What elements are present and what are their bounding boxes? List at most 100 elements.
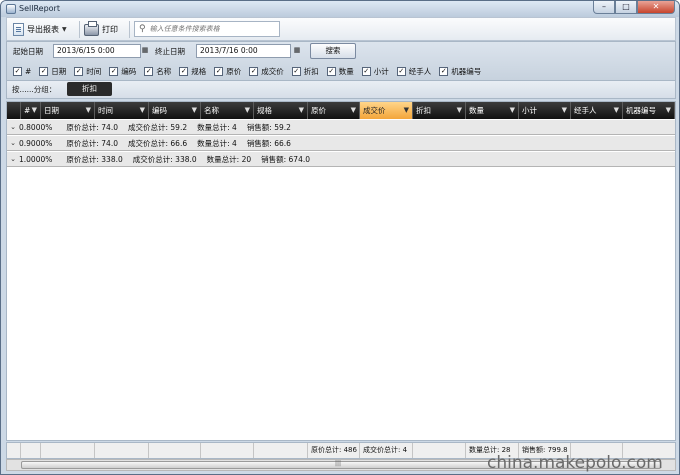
- column-toggle-label: 时间: [86, 66, 102, 76]
- column-header[interactable]: 机器编号 ▼: [623, 102, 675, 119]
- column-toggle[interactable]: ✓ 折扣: [291, 66, 319, 77]
- column-header[interactable]: 规格 ▼: [254, 102, 308, 119]
- group-sales: 销售额: 59.2: [246, 122, 291, 132]
- toolbar: 导出报表 ▼ 打印 ⚲: [6, 17, 676, 41]
- column-header[interactable]: 名称 ▼: [201, 102, 254, 119]
- footer-cell: [41, 443, 95, 458]
- group-orig: 原价总计: 338.0: [66, 154, 123, 164]
- close-button[interactable]: ✕: [637, 1, 675, 14]
- checkbox[interactable]: ✓: [291, 66, 301, 76]
- column-header-label: 小计: [522, 106, 537, 115]
- grip-icon: |||: [335, 460, 342, 467]
- start-date-input[interactable]: 2013/6/15 0:00: [53, 44, 141, 58]
- maximize-button[interactable]: □: [615, 1, 637, 14]
- column-header[interactable]: 数量 ▼: [466, 102, 519, 119]
- checkbox[interactable]: ✓: [144, 66, 154, 76]
- footer-cell: [254, 443, 308, 458]
- column-toggle-label: 机器编号: [451, 66, 482, 76]
- export-report-button[interactable]: 导出报表 ▼: [13, 21, 67, 38]
- filter-icon[interactable]: ▼: [351, 102, 356, 119]
- column-toggle[interactable]: ✓ 规格: [179, 66, 206, 77]
- group-sales: 销售额: 674.0: [261, 154, 311, 164]
- search-input[interactable]: [149, 25, 270, 33]
- filter-icon[interactable]: ▼: [192, 102, 197, 119]
- footer-cell: [149, 443, 201, 458]
- column-header[interactable]: 时间 ▼: [95, 102, 149, 119]
- column-header-label: 数量: [469, 106, 484, 115]
- group-title: 0.8000%: [19, 122, 53, 132]
- checkbox[interactable]: ✓: [179, 66, 189, 76]
- filter-icon[interactable]: ▼: [245, 102, 250, 119]
- column-toggle-label: 小计: [373, 66, 389, 76]
- column-header[interactable]: 成交价 ▼: [360, 102, 413, 119]
- print-label: 打印: [102, 25, 118, 34]
- checkbox[interactable]: ✓: [214, 66, 224, 76]
- column-toggle[interactable]: ✓ 机器编号: [439, 66, 481, 77]
- column-toggle[interactable]: ✓ 名称: [144, 66, 171, 77]
- filter-icon[interactable]: ▼: [404, 102, 409, 119]
- checkbox[interactable]: ✓: [74, 66, 84, 76]
- column-header[interactable]: 折扣 ▼: [413, 102, 466, 119]
- group-row[interactable]: ⌄ 0.9000% 原价总计: 74.0 成交价总计: 66.6 数量总计: 4 销售额:…: [7, 136, 675, 151]
- filter-icon[interactable]: ▼: [666, 102, 671, 119]
- column-header[interactable]: 原价 ▼: [308, 102, 360, 119]
- search-box[interactable]: ⚲: [134, 21, 280, 37]
- checkbox[interactable]: ✓: [39, 66, 49, 76]
- print-button[interactable]: 打印: [84, 20, 118, 38]
- column-toggle[interactable]: ✓ 小计: [361, 66, 389, 77]
- column-toggle[interactable]: ✓ 数量: [326, 66, 354, 77]
- group-orig: 原价总计: 74.0: [66, 138, 118, 148]
- filter-icon[interactable]: ▼: [86, 102, 91, 119]
- group-chip-discount[interactable]: 折扣: [67, 82, 112, 96]
- checkbox[interactable]: ✓: [439, 66, 449, 76]
- group-row[interactable]: ⌄ 0.8000% 原价总计: 74.0 成交价总计: 59.2 数量总计: 4 销售额:…: [7, 120, 675, 135]
- column-toggle[interactable]: ✓ 成交价: [249, 66, 284, 77]
- column-header[interactable]: 编码 ▼: [149, 102, 201, 119]
- group-sales: 销售额: 66.6: [246, 138, 291, 148]
- column-header[interactable]: 经手人 ▼: [571, 102, 623, 119]
- checkbox[interactable]: ✓: [361, 66, 371, 76]
- column-toggle[interactable]: ✓ 原价: [214, 66, 241, 77]
- group-deal: 成交价总计: 59.2: [128, 122, 188, 132]
- header-expander-column[interactable]: [7, 102, 21, 119]
- checkbox[interactable]: ✓: [109, 66, 119, 76]
- column-header[interactable]: 小计 ▼: [519, 102, 571, 119]
- filter-icon[interactable]: ▼: [299, 102, 304, 119]
- group-title: 1.0000%: [19, 154, 53, 164]
- column-header-label: 折扣: [416, 106, 431, 115]
- minimize-button[interactable]: –: [593, 1, 615, 14]
- window-title: SellReport: [19, 4, 60, 13]
- calendar-icon[interactable]: ▦: [293, 45, 301, 56]
- column-header[interactable]: 日期 ▼: [41, 102, 95, 119]
- end-date-label: 终止日期: [155, 47, 185, 56]
- chevron-down-icon[interactable]: ⌄: [7, 123, 19, 131]
- column-toggle[interactable]: ✓ 日期: [39, 66, 66, 77]
- group-row[interactable]: ⌄ 1.0000% 原价总计: 338.0 成交价总计: 338.0 数量总计: 20 销…: [7, 152, 675, 167]
- end-date-input[interactable]: 2013/7/16 0:00: [196, 44, 291, 58]
- column-header[interactable]: # ▼: [21, 102, 41, 119]
- column-toggle-label: 经手人: [408, 66, 432, 76]
- chevron-down-icon: ▼: [62, 26, 67, 33]
- column-toggle-label: 编码: [121, 66, 137, 76]
- search-button[interactable]: 搜索: [310, 43, 356, 59]
- column-toggle[interactable]: ✓ #: [13, 66, 31, 76]
- search-icon: ⚲: [139, 24, 146, 34]
- filter-icon[interactable]: ▼: [614, 102, 619, 119]
- chevron-down-icon[interactable]: ⌄: [7, 139, 19, 147]
- group-panel: 按......分组： 折扣: [6, 81, 676, 99]
- filter-icon[interactable]: ▼: [32, 102, 37, 119]
- calendar-icon[interactable]: ▦: [141, 45, 149, 56]
- column-toggle[interactable]: ✓ 编码: [109, 66, 136, 77]
- filter-icon[interactable]: ▼: [562, 102, 567, 119]
- column-header-label: 编码: [152, 106, 167, 115]
- checkbox[interactable]: ✓: [396, 66, 406, 76]
- filter-icon[interactable]: ▼: [510, 102, 515, 119]
- checkbox[interactable]: ✓: [13, 66, 22, 76]
- column-toggle[interactable]: ✓ 时间: [74, 66, 101, 77]
- chevron-down-icon[interactable]: ⌄: [7, 155, 19, 163]
- checkbox[interactable]: ✓: [326, 66, 336, 76]
- column-toggle[interactable]: ✓ 经手人: [396, 66, 432, 77]
- checkbox[interactable]: ✓: [249, 66, 259, 76]
- filter-icon[interactable]: ▼: [457, 102, 462, 119]
- filter-icon[interactable]: ▼: [140, 102, 145, 119]
